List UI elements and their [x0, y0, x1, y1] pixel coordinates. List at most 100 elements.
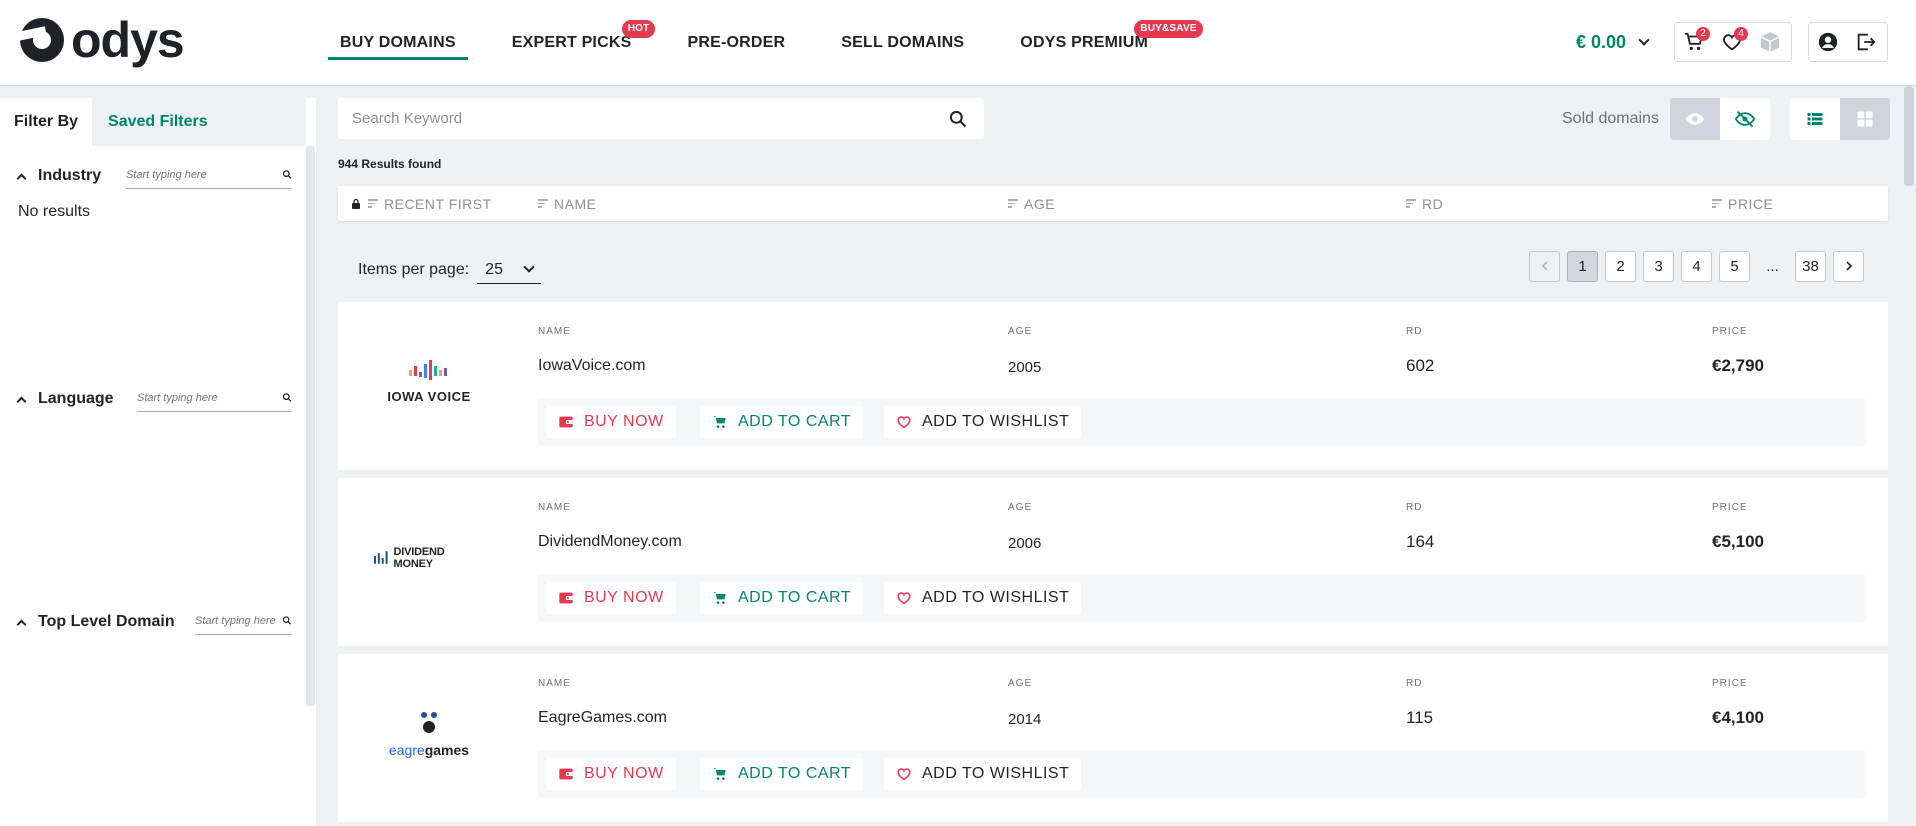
nav-sell-domains[interactable]: SELL DOMAINS	[841, 0, 964, 86]
logo-caption: IOWA VOICE	[387, 389, 471, 404]
sold-domains-label: Sold domains	[1562, 110, 1659, 127]
card-actions: BUY NOW ADD TO CART ADD TO WISHLIST	[538, 574, 1866, 622]
add-to-cart-button[interactable]: ADD TO CART	[700, 582, 864, 614]
chevron-up-icon	[16, 396, 27, 406]
odys-logo-mark	[20, 18, 64, 62]
sort-age[interactable]: AGE	[1008, 186, 1055, 221]
search-icon	[282, 170, 292, 179]
add-to-wishlist-label: ADD TO WISHLIST	[922, 413, 1070, 430]
list-view-button[interactable]	[1790, 98, 1840, 140]
price-label: PRICE	[1712, 502, 1748, 513]
industry-search-input[interactable]	[126, 168, 282, 181]
nav-buy-domains[interactable]: BUY DOMAINS	[328, 0, 468, 86]
balance-dropdown[interactable]: € 0.00	[1576, 32, 1650, 53]
search-icon	[282, 393, 292, 402]
grid-view-button[interactable]	[1840, 98, 1890, 140]
page-button-last[interactable]: 38	[1795, 250, 1826, 282]
page-button-4[interactable]: 4	[1681, 250, 1712, 282]
tab-saved-filters[interactable]: Saved Filters	[92, 98, 222, 146]
pagination-ellipsis: ...	[1766, 257, 1779, 275]
nav-expert-picks[interactable]: EXPERT PICKS HOT	[511, 0, 656, 86]
page-button-2[interactable]: 2	[1605, 250, 1636, 282]
language-search-input[interactable]	[137, 391, 282, 404]
buy-now-button[interactable]: BUY NOW	[546, 582, 676, 614]
cart-button[interactable]: 2	[1675, 23, 1713, 61]
chevron-left-icon	[1541, 261, 1548, 271]
tld-search-input[interactable]	[195, 614, 283, 627]
industry-no-results: No results	[18, 203, 91, 220]
pagination: 1 2 3 4 5 ... 38	[1529, 250, 1871, 282]
eye-icon	[1685, 113, 1705, 125]
view-mode-toggle	[1790, 98, 1890, 140]
page-button-5[interactable]: 5	[1719, 250, 1750, 282]
add-to-cart-label: ADD TO CART	[738, 589, 852, 606]
odys-logo[interactable]: odys	[20, 15, 185, 65]
sort-icon	[538, 197, 548, 210]
nav-pre-order[interactable]: PRE-ORDER	[687, 0, 785, 86]
nav-label: EXPERT PICKS	[511, 34, 632, 51]
chevron-down-icon	[523, 261, 535, 273]
add-to-wishlist-button[interactable]: ADD TO WISHLIST	[884, 582, 1082, 614]
sort-icon	[1008, 197, 1018, 210]
add-to-cart-button[interactable]: ADD TO CART	[700, 406, 864, 438]
add-to-cart-button[interactable]: ADD TO CART	[700, 758, 864, 790]
nav-odys-premium[interactable]: ODYS PREMIUM BUY&SAVE	[1020, 0, 1203, 86]
show-sold-button[interactable]	[1670, 98, 1720, 140]
chevron-up-icon	[16, 173, 27, 183]
add-to-wishlist-label: ADD TO WISHLIST	[922, 765, 1070, 782]
items-per-page-select[interactable]: 25	[477, 256, 542, 284]
name-label: NAME	[538, 678, 571, 689]
bars-logo-icon	[374, 551, 388, 564]
soundwave-logo-icon	[409, 360, 447, 380]
cart-count-badge: 2	[1696, 27, 1710, 41]
cart-icon	[713, 416, 726, 428]
prev-page-button[interactable]	[1529, 250, 1560, 282]
domain-name[interactable]: IowaVoice.com	[538, 357, 646, 375]
search-icon[interactable]	[948, 109, 968, 129]
buy-now-button[interactable]: BUY NOW	[546, 758, 676, 790]
price-label: PRICE	[1712, 678, 1748, 689]
search-input[interactable]	[338, 98, 948, 139]
name-label: NAME	[538, 502, 571, 513]
add-to-wishlist-button[interactable]: ADD TO WISHLIST	[884, 406, 1082, 438]
rd-label: RD	[1406, 678, 1423, 689]
sort-price[interactable]: PRICE	[1712, 186, 1773, 221]
buy-now-button[interactable]: BUY NOW	[546, 406, 676, 438]
rd-label: RD	[1406, 326, 1423, 337]
add-to-wishlist-button[interactable]: ADD TO WISHLIST	[884, 758, 1082, 790]
eagregames-logo: eagregames	[374, 694, 484, 774]
wishlist-count-badge: 4	[1734, 27, 1748, 41]
orders-button[interactable]	[1751, 23, 1789, 61]
sort-name[interactable]: NAME	[538, 186, 596, 221]
box-icon	[1760, 32, 1780, 52]
language-search-field	[137, 384, 292, 412]
tld-toggle[interactable]: Top Level Domain	[16, 613, 175, 631]
sort-rd[interactable]: RD	[1406, 186, 1443, 221]
hide-sold-button[interactable]	[1720, 98, 1770, 140]
account-button[interactable]	[1809, 23, 1847, 61]
chevron-down-icon	[1638, 34, 1650, 46]
sort-recent-first[interactable]: RECENT FIRST	[350, 186, 492, 221]
hot-badge: HOT	[621, 20, 656, 38]
items-per-page: Items per page: 25	[358, 256, 542, 284]
rd-label: RD	[1406, 502, 1423, 513]
keyword-search	[338, 98, 984, 139]
search-icon	[282, 616, 292, 625]
add-to-wishlist-label: ADD TO WISHLIST	[922, 589, 1070, 606]
domain-name[interactable]: DividendMoney.com	[538, 533, 682, 551]
logout-button[interactable]	[1847, 23, 1885, 61]
language-toggle[interactable]: Language	[16, 390, 114, 408]
domain-name[interactable]: EagreGames.com	[538, 709, 667, 727]
page-button-1[interactable]: 1	[1567, 250, 1598, 282]
sidebar-scrollbar[interactable]	[306, 146, 315, 706]
wishlist-button[interactable]: 4	[1713, 23, 1751, 61]
industry-toggle[interactable]: Industry	[16, 167, 101, 185]
domain-rd: 164	[1406, 532, 1435, 551]
next-page-button[interactable]	[1833, 250, 1864, 282]
page-scrollbar[interactable]	[1904, 86, 1914, 186]
page-button-3[interactable]: 3	[1643, 250, 1674, 282]
filter-sidebar: Filter By Saved Filters Industry No resu…	[0, 98, 316, 826]
tab-filter-by[interactable]: Filter By	[0, 98, 93, 146]
domain-age: 2014	[1008, 711, 1042, 728]
header-label: RECENT FIRST	[384, 195, 492, 212]
